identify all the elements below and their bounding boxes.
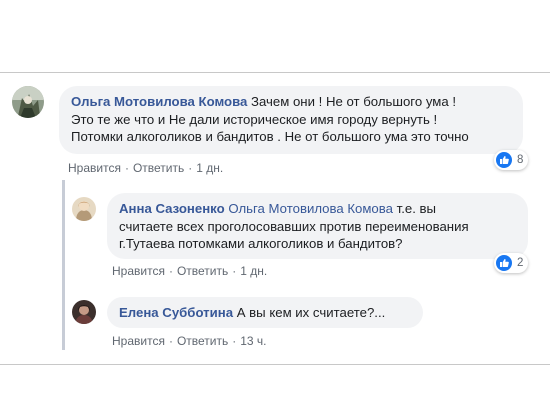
separator-dot: ·	[188, 161, 193, 175]
avatar[interactable]	[72, 300, 96, 324]
comment-text-line: Зачем они ! Не от большого ума !	[251, 94, 456, 109]
comment-bubble: Елена Субботина А вы кем их считаете?...	[107, 297, 423, 328]
comment-author-link[interactable]: Ольга Мотовилова Комова	[71, 94, 247, 109]
reaction-count: 2	[517, 257, 524, 269]
comment-text-line: т.е. вы	[396, 201, 437, 216]
comment-author-link[interactable]: Елена Субботина	[119, 305, 233, 320]
timestamp-link[interactable]: 1 дн.	[196, 161, 223, 175]
reply-link[interactable]: Ответить	[133, 161, 184, 175]
comment-text-line: считаете всех проголосовавших против пер…	[119, 218, 469, 234]
comment-text-line: А вы кем их считаете?...	[236, 305, 386, 320]
comment-actions: Нравится · Ответить · 1 дн.	[68, 161, 223, 175]
like-link[interactable]: Нравится	[112, 334, 165, 348]
reply-link[interactable]: Ответить	[177, 264, 228, 278]
avatar[interactable]	[12, 86, 44, 118]
comment-author-link[interactable]: Анна Сазоненко	[119, 201, 225, 216]
avatar-photo-icon	[72, 300, 96, 324]
comment-bubble: Анна Сазоненко Ольга Мотовилова Комова т…	[107, 193, 528, 259]
comment-text-line: г.Тутаева потомками алкоголиков и бандит…	[119, 236, 403, 252]
separator-dot: ·	[168, 334, 173, 348]
comment-actions: Нравится · Ответить · 13 ч.	[112, 334, 267, 348]
timestamp-link[interactable]: 1 дн.	[240, 264, 267, 278]
reaction-count-badge[interactable]: 8	[494, 150, 529, 170]
avatar-photo-icon	[12, 86, 44, 118]
comment-text-line: Это те же что и Не дали историческое имя…	[71, 111, 438, 127]
like-icon	[496, 152, 512, 168]
like-link[interactable]: Нравится	[112, 264, 165, 278]
separator-dot: ·	[168, 264, 173, 278]
avatar-photo-icon	[72, 197, 96, 221]
separator-dot: ·	[232, 264, 237, 278]
comment-bubble: Ольга Мотовилова Комова Зачем они ! Не о…	[59, 86, 523, 154]
avatar[interactable]	[72, 197, 96, 221]
comment-actions: Нравится · Ответить · 1 дн.	[112, 264, 267, 278]
like-link[interactable]: Нравится	[68, 161, 121, 175]
comment-text-line: Потомки алкоголиков и бандитов . Не от б…	[71, 129, 469, 145]
reply-thread-line	[62, 180, 65, 350]
like-icon	[496, 255, 512, 271]
reaction-count: 8	[517, 154, 524, 166]
mention-link[interactable]: Ольга Мотовилова Комова	[228, 201, 393, 216]
separator-dot: ·	[232, 334, 237, 348]
reaction-count-badge[interactable]: 2	[494, 253, 529, 273]
separator-dot: ·	[124, 161, 129, 175]
reply-link[interactable]: Ответить	[177, 334, 228, 348]
timestamp-link[interactable]: 13 ч.	[240, 334, 266, 348]
